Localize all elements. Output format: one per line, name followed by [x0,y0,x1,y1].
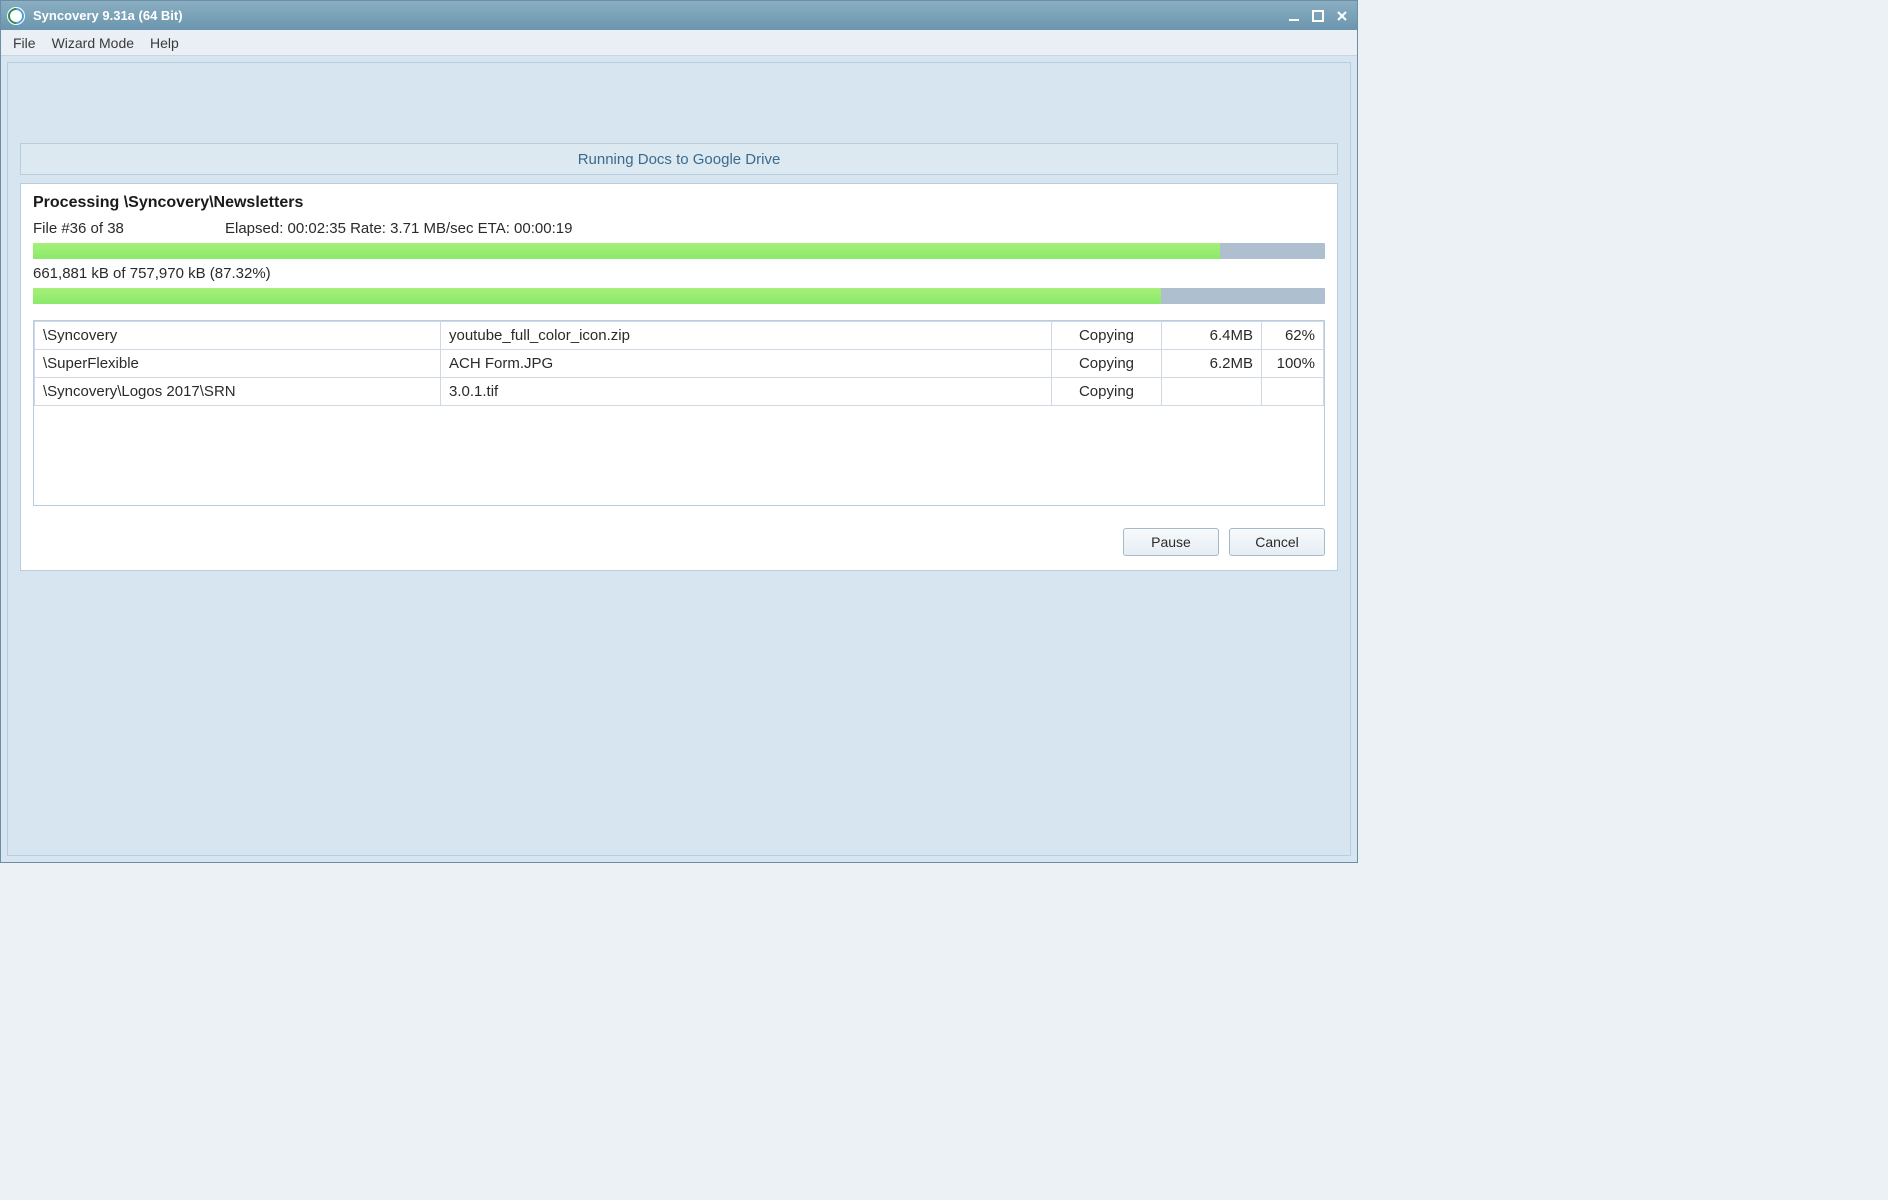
file-name: youtube_full_color_icon.zip [441,322,1052,350]
file-percent: 62% [1262,322,1324,350]
processing-path: Processing \Syncovery\Newsletters [33,194,1325,212]
file-counter: File #36 of 38 [33,220,225,237]
file-size: 6.2MB [1162,350,1262,378]
file-size [1162,378,1262,406]
overall-progress-bar [33,243,1325,259]
close-button[interactable] [1331,6,1353,26]
job-title: Running Docs to Google Drive [578,151,781,168]
cancel-button[interactable]: Cancel [1229,528,1325,556]
file-percent [1262,378,1324,406]
overall-progress-fill [33,243,1220,259]
files-panel: \Syncoveryyoutube_full_color_icon.zipCop… [33,320,1325,506]
file-size: 6.4MB [1162,322,1262,350]
stats-line: File #36 of 38 Elapsed: 00:02:35 Rate: 3… [33,220,1325,237]
file-status: Copying [1052,322,1162,350]
table-row: \Syncoveryyoutube_full_color_icon.zipCop… [35,322,1324,350]
table-row: \Syncovery\Logos 2017\SRN3.0.1.tifCopyin… [35,378,1324,406]
bytes-progress-fill [33,288,1161,304]
menu-help[interactable]: Help [142,33,187,53]
file-status: Copying [1052,378,1162,406]
file-path: \Syncovery\Logos 2017\SRN [35,378,441,406]
outer-panel: Running Docs to Google Drive Processing … [7,62,1351,856]
menu-file[interactable]: File [5,33,44,53]
file-name: ACH Form.JPG [441,350,1052,378]
client-area: Running Docs to Google Drive Processing … [1,56,1357,862]
maximize-button[interactable] [1307,6,1329,26]
app-icon [7,7,25,25]
menu-wizard-mode[interactable]: Wizard Mode [44,33,142,53]
application-window: Syncovery 9.31a (64 Bit) File Wizard Mod… [0,0,1358,863]
elapsed-rate-eta: Elapsed: 00:02:35 Rate: 3.71 MB/sec ETA:… [225,220,572,237]
progress-panel: Processing \Syncovery\Newsletters File #… [20,183,1338,571]
button-row: Pause Cancel [33,528,1325,556]
bytes-progress-bar [33,288,1325,304]
file-percent: 100% [1262,350,1324,378]
minimize-button[interactable] [1283,6,1305,26]
files-table: \Syncoveryyoutube_full_color_icon.zipCop… [34,321,1324,406]
table-row: \SuperFlexibleACH Form.JPGCopying6.2MB10… [35,350,1324,378]
file-name: 3.0.1.tif [441,378,1052,406]
menubar: File Wizard Mode Help [1,30,1357,56]
pause-button[interactable]: Pause [1123,528,1219,556]
job-header: Running Docs to Google Drive [20,143,1338,175]
window-title: Syncovery 9.31a (64 Bit) [33,8,1281,23]
file-status: Copying [1052,350,1162,378]
bytes-progress-label: 661,881 kB of 757,970 kB (87.32%) [33,265,1325,282]
file-path: \SuperFlexible [35,350,441,378]
file-path: \Syncovery [35,322,441,350]
titlebar[interactable]: Syncovery 9.31a (64 Bit) [1,1,1357,30]
